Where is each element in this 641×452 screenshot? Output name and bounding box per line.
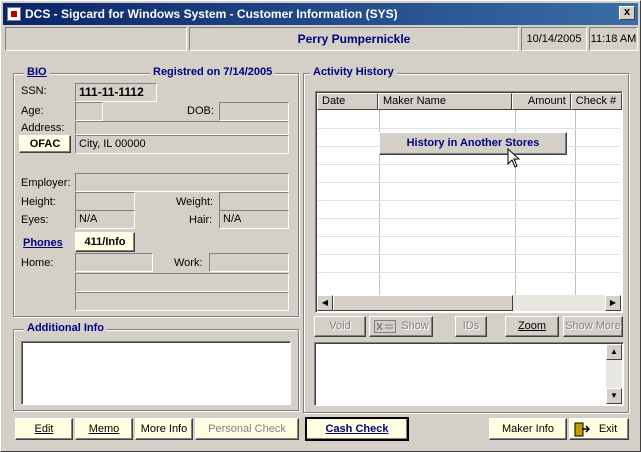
void-button[interactable]: Void bbox=[314, 316, 366, 337]
column-date[interactable]: Date bbox=[317, 93, 378, 110]
grid-row-divider bbox=[318, 128, 620, 129]
work-phone-field[interactable] bbox=[209, 253, 289, 272]
home-phone-field[interactable] bbox=[75, 253, 153, 272]
ssn-label: SSN: bbox=[21, 85, 47, 97]
more-info-button[interactable]: More Info bbox=[135, 418, 193, 440]
edit-button[interactable]: Edit bbox=[15, 418, 73, 440]
home-label: Home: bbox=[21, 257, 54, 269]
header-date: 10/14/2005 bbox=[521, 27, 587, 51]
grid-row-divider bbox=[318, 254, 620, 255]
grid-header: Date Maker Name Amount Check # bbox=[317, 93, 622, 110]
window-title: DCS - Sigcard for Windows System - Custo… bbox=[25, 7, 398, 21]
column-amount[interactable]: Amount bbox=[511, 93, 571, 110]
additional-info-legend: Additional Info bbox=[24, 322, 107, 334]
eyes-field[interactable]: N/A bbox=[75, 210, 135, 229]
ofac-button[interactable]: OFAC bbox=[19, 135, 71, 153]
height-label: Height: bbox=[21, 196, 56, 208]
ids-button[interactable]: IDs bbox=[455, 316, 487, 337]
scroll-down-arrow-icon[interactable]: ▼ bbox=[606, 388, 622, 404]
activity-notes-textarea[interactable]: ▲ ▼ bbox=[314, 342, 624, 406]
exit-door-icon bbox=[574, 422, 590, 437]
phones-label: Phones bbox=[23, 237, 63, 249]
age-field[interactable] bbox=[75, 102, 103, 121]
check-image-icon bbox=[374, 320, 396, 333]
header-blank-cell bbox=[5, 27, 187, 51]
history-in-another-stores-button[interactable]: History in Another Stores bbox=[379, 132, 567, 155]
grid-row-divider bbox=[318, 218, 620, 219]
close-button[interactable]: x bbox=[619, 6, 635, 20]
mouse-pointer-icon bbox=[507, 148, 521, 168]
dob-label: DOB: bbox=[187, 105, 214, 117]
grid-row-divider bbox=[318, 164, 620, 165]
phone-extra-field-1[interactable] bbox=[75, 273, 289, 292]
personal-check-button[interactable]: Personal Check bbox=[195, 418, 299, 440]
bio-legend: BIO bbox=[24, 66, 50, 78]
scroll-right-arrow-icon[interactable]: ▶ bbox=[605, 295, 621, 311]
scroll-up-arrow-icon[interactable]: ▲ bbox=[606, 344, 622, 360]
grid-row-divider bbox=[318, 182, 620, 183]
column-check-number[interactable]: Check # bbox=[570, 93, 622, 110]
grid-row-divider bbox=[318, 200, 620, 201]
zoom-button[interactable]: Zoom bbox=[505, 316, 559, 337]
exit-label: Exit bbox=[598, 423, 618, 435]
customer-information-window: DCS - Sigcard for Windows System - Custo… bbox=[0, 0, 641, 452]
address-line2-field[interactable]: City, IL 00000 bbox=[75, 135, 289, 154]
hair-label: Hair: bbox=[189, 214, 213, 226]
address-line1-field[interactable] bbox=[75, 121, 289, 135]
notes-scroll-track[interactable] bbox=[606, 360, 622, 390]
grid-row-divider bbox=[318, 272, 620, 273]
title-bar: DCS - Sigcard for Windows System - Custo… bbox=[3, 3, 638, 25]
address-label: Address: bbox=[21, 122, 65, 134]
age-label: Age: bbox=[21, 105, 44, 117]
registered-date: Registred on 7/14/2005 bbox=[150, 66, 276, 78]
grid-horizontal-scrollbar[interactable]: ◀ ▶ bbox=[317, 295, 621, 311]
exit-button[interactable]: Exit bbox=[569, 418, 629, 440]
grid-column-divider bbox=[575, 110, 576, 296]
hair-field[interactable]: N/A bbox=[219, 210, 289, 229]
info-411-button[interactable]: 411/Info bbox=[75, 232, 135, 252]
grid-row-divider bbox=[318, 236, 620, 237]
activity-history-grid[interactable]: Date Maker Name Amount Check # ◀ ▶ bbox=[315, 91, 623, 313]
cash-check-button[interactable]: Cash Check bbox=[305, 417, 409, 441]
scroll-thumb[interactable] bbox=[333, 295, 513, 311]
memo-button[interactable]: Memo bbox=[75, 418, 133, 440]
additional-info-textarea[interactable] bbox=[21, 341, 291, 405]
show-more-button[interactable]: Show More bbox=[563, 316, 623, 337]
employer-field[interactable] bbox=[75, 173, 289, 192]
eyes-label: Eyes: bbox=[21, 214, 49, 226]
app-icon bbox=[7, 7, 21, 21]
work-label: Work: bbox=[174, 257, 203, 269]
weight-field[interactable] bbox=[219, 192, 289, 211]
customer-name: Perry Pumpernickle bbox=[189, 27, 519, 51]
header-time: 11:18 AM bbox=[589, 27, 638, 51]
show-button[interactable]: Show bbox=[369, 316, 433, 337]
scroll-left-arrow-icon[interactable]: ◀ bbox=[317, 295, 333, 311]
dob-field[interactable] bbox=[219, 102, 289, 121]
maker-info-button[interactable]: Maker Info bbox=[489, 418, 567, 440]
phone-extra-field-2[interactable] bbox=[75, 292, 289, 311]
column-maker-name[interactable]: Maker Name bbox=[378, 93, 512, 110]
header-bar: Perry Pumpernickle 10/14/2005 11:18 AM bbox=[5, 27, 638, 51]
show-button-label: Show bbox=[401, 320, 429, 332]
employer-label: Employer: bbox=[21, 177, 71, 189]
activity-history-legend: Activity History bbox=[310, 66, 397, 78]
weight-label: Weight: bbox=[176, 196, 214, 208]
height-field[interactable] bbox=[75, 192, 135, 211]
ssn-field[interactable]: 111-11-1112 bbox=[75, 83, 157, 102]
